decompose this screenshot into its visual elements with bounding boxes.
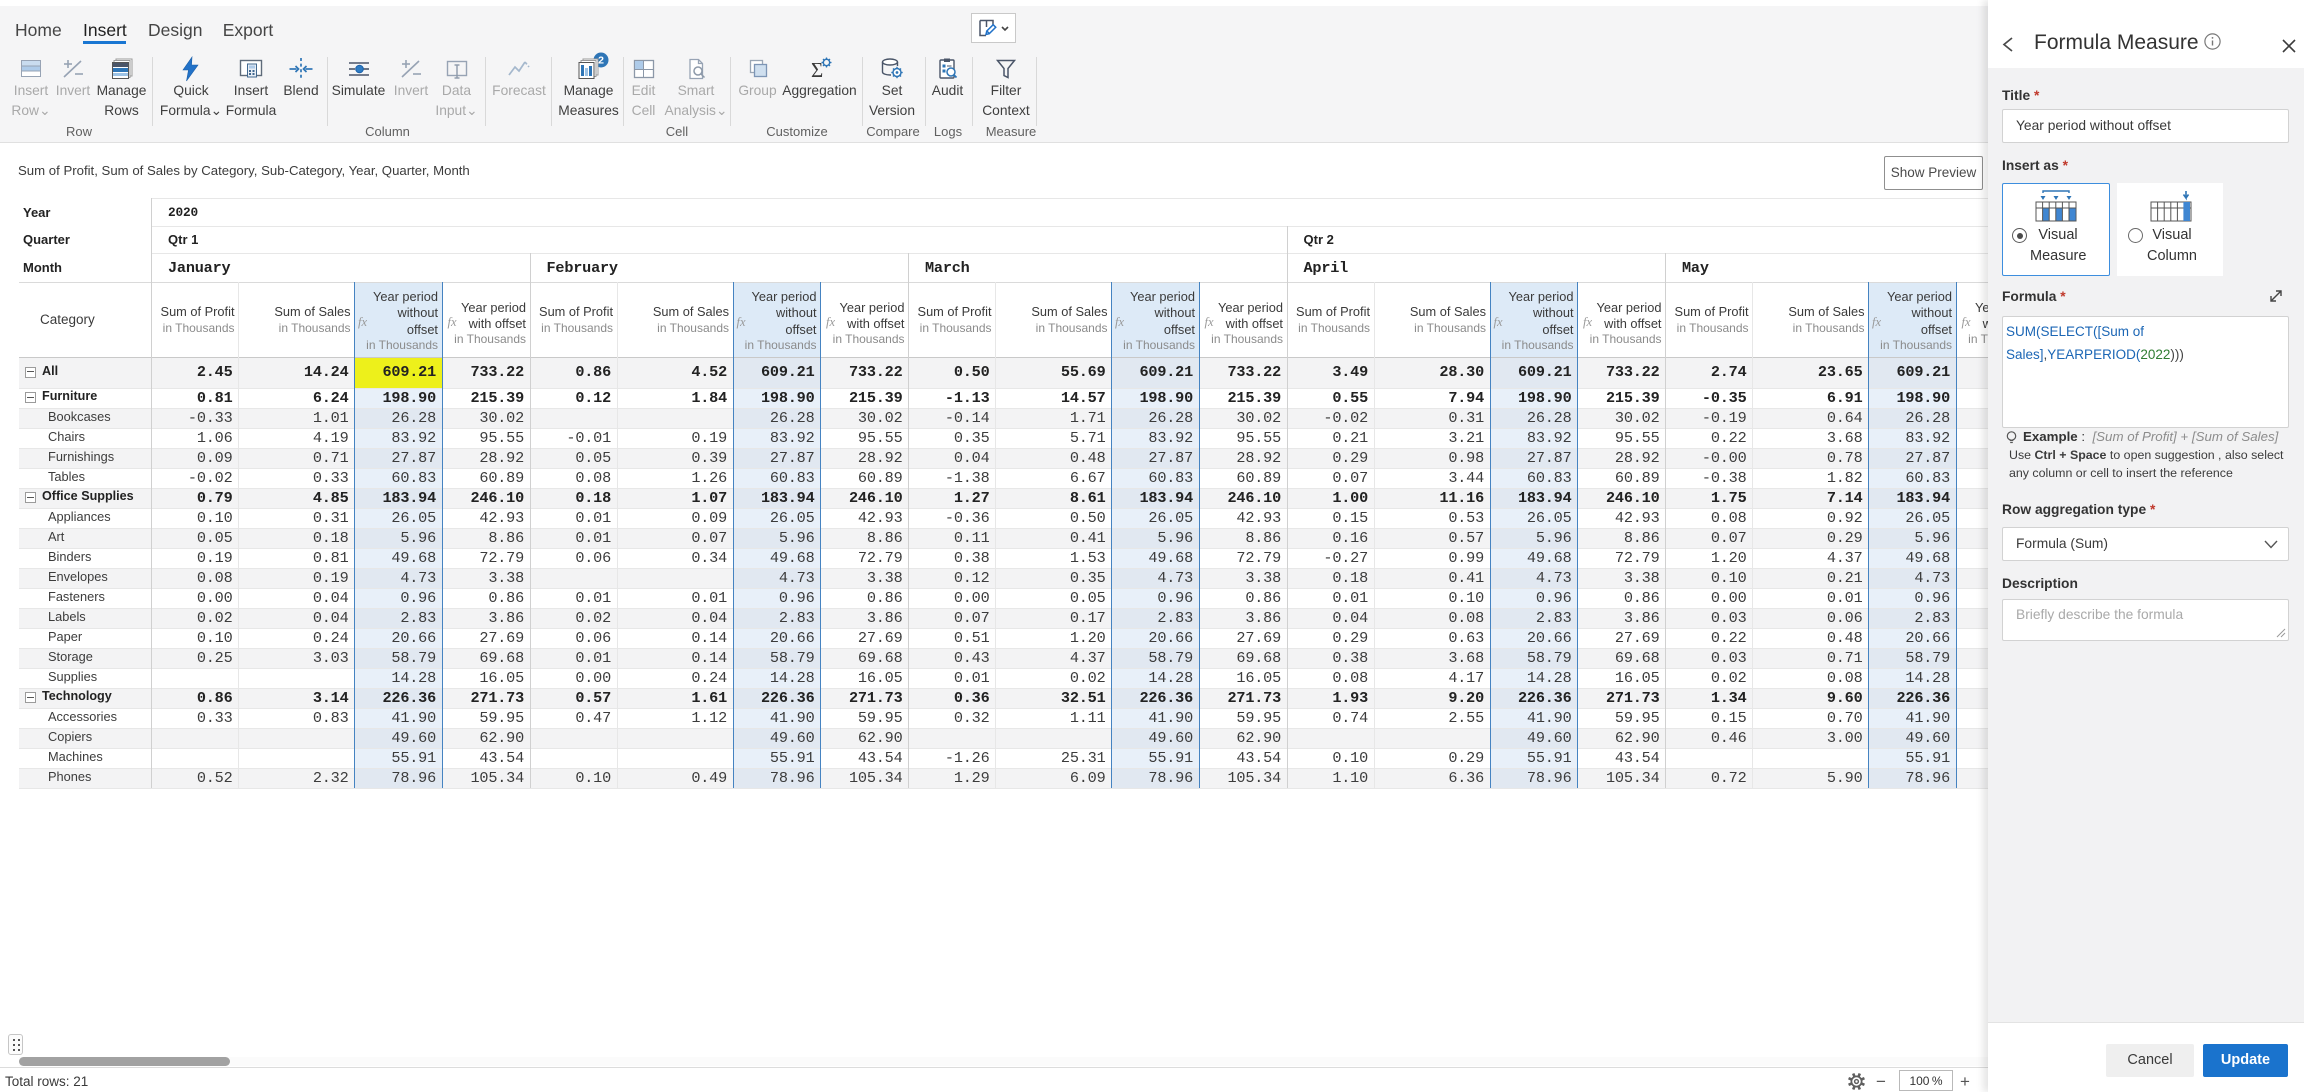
svg-text:Σ: Σ: [811, 58, 823, 82]
